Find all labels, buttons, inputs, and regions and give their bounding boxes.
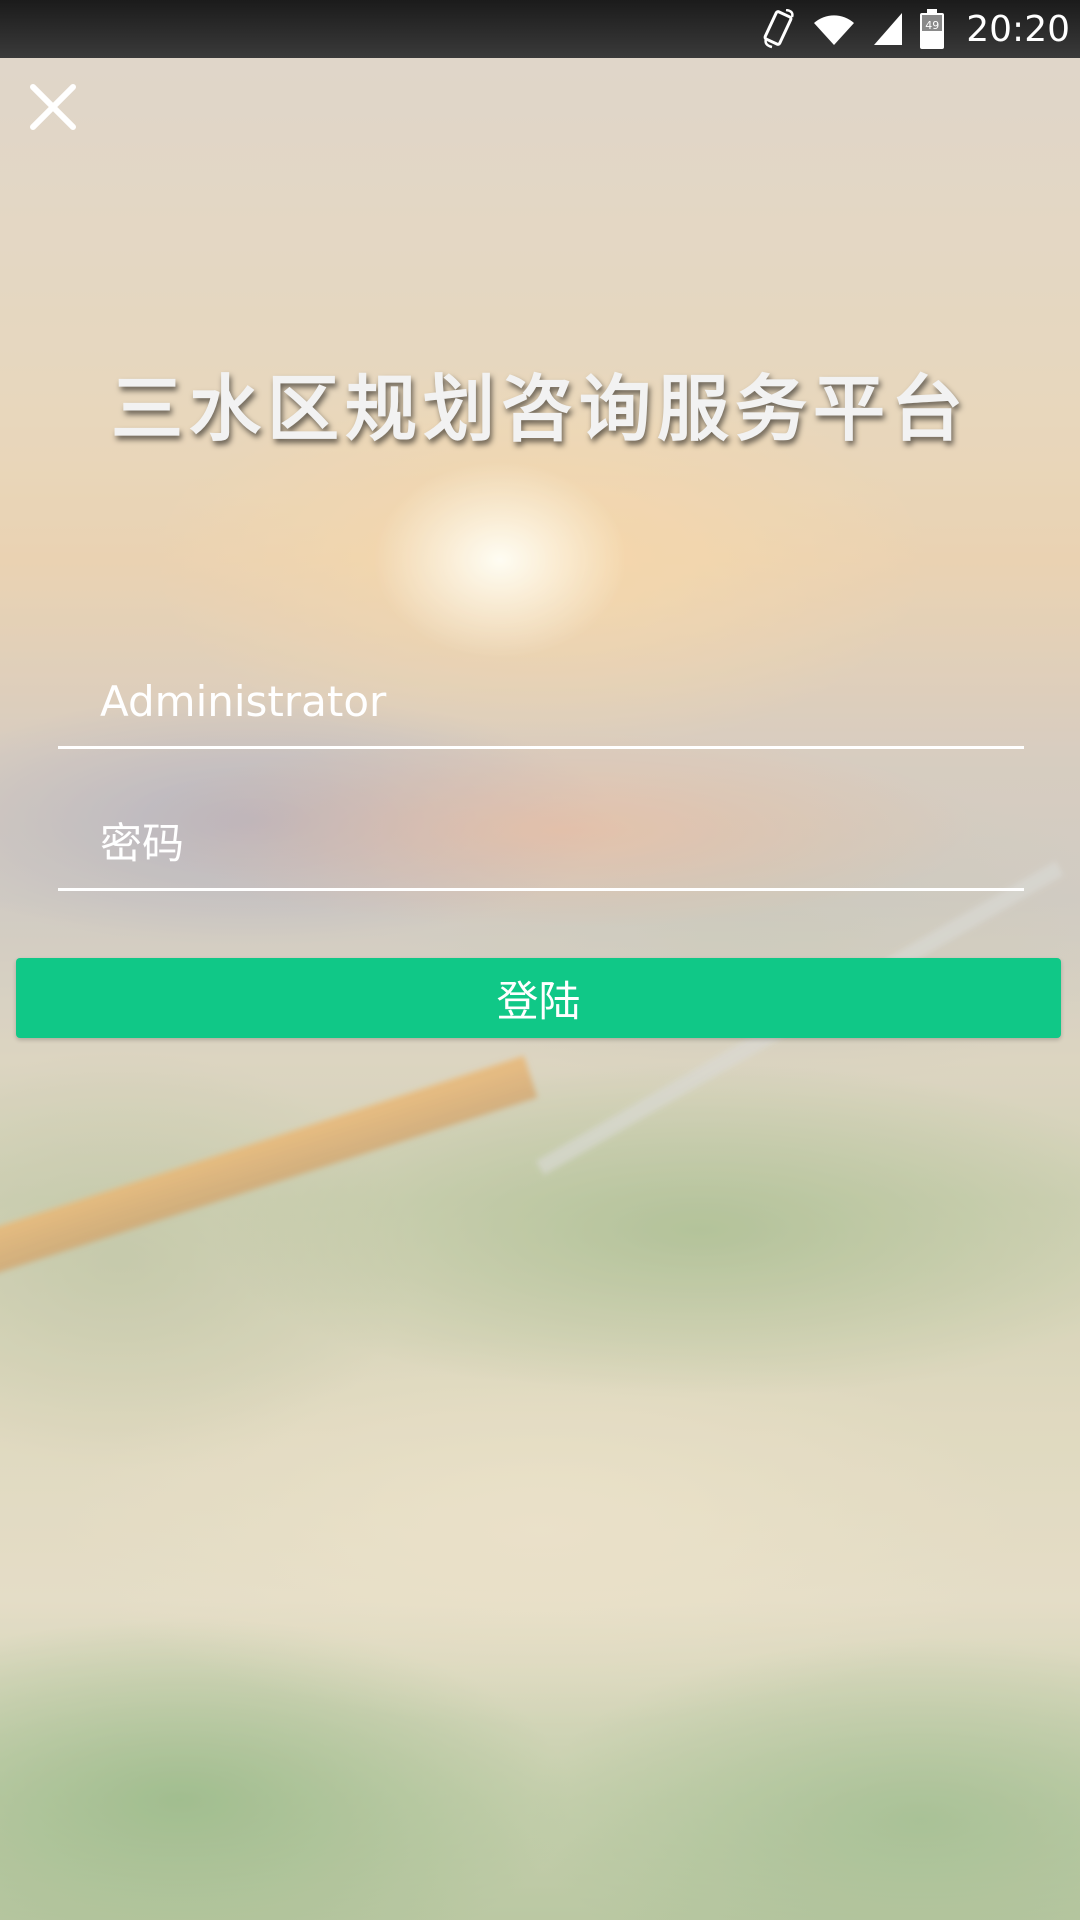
status-bar: 49 20:20 <box>0 0 1080 58</box>
username-input[interactable] <box>58 675 1024 727</box>
login-button[interactable]: 登陆 <box>16 958 1061 1038</box>
rotate-icon <box>762 9 796 49</box>
close-icon <box>30 84 76 130</box>
close-button[interactable] <box>22 76 84 138</box>
login-screen: 49 20:20 三水区规划咨询服务平台 登陆 <box>0 0 1080 1920</box>
signal-icon <box>872 11 904 47</box>
battery-level: 49 <box>925 19 940 32</box>
password-field[interactable] <box>58 798 1024 891</box>
wifi-icon <box>812 11 856 47</box>
page-title: 三水区规划咨询服务平台 <box>110 367 969 451</box>
status-time: 20:20 <box>966 8 1070 50</box>
password-input[interactable] <box>58 817 1024 869</box>
username-field[interactable] <box>58 656 1024 749</box>
battery-icon: 49 <box>920 9 945 49</box>
